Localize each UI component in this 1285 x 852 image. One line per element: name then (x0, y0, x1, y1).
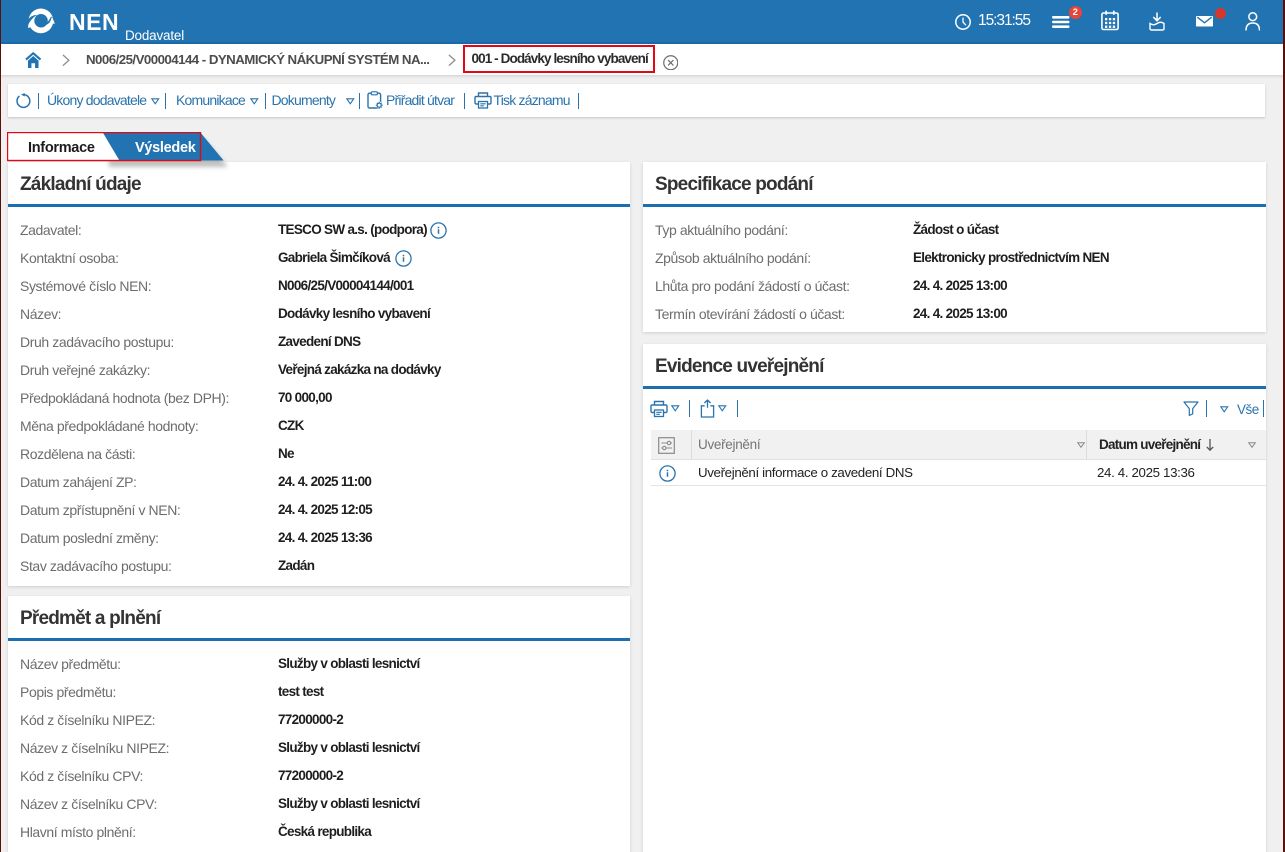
svg-text:Výsledek: Výsledek (135, 140, 197, 156)
svg-text:Informace: Informace (28, 140, 95, 156)
